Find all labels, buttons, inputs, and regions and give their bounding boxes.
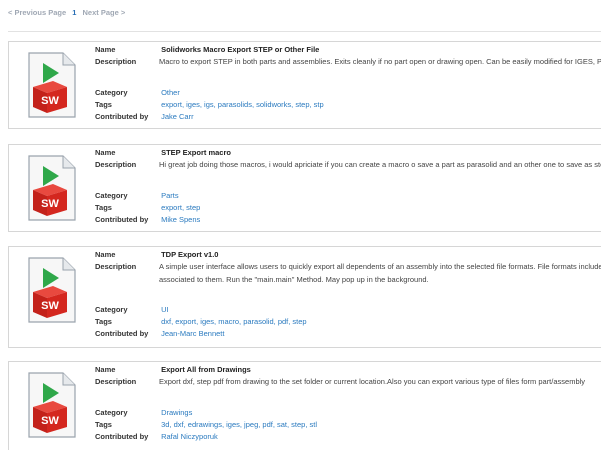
current-page-number[interactable]: 1 — [72, 8, 76, 17]
solidworks-file-icon[interactable]: SW — [23, 256, 79, 326]
contributor-link[interactable]: Mike Spens — [161, 215, 200, 224]
macro-card: SW Name STEP Export macro Description Hi… — [8, 144, 601, 232]
name-label: Name — [95, 148, 116, 157]
category-label: Category — [95, 408, 128, 417]
contributed-by-label: Contributed by — [95, 112, 149, 121]
contributed-by-label: Contributed by — [95, 329, 149, 338]
contributed-by-label: Contributed by — [95, 215, 149, 224]
tags-row: Tags 3d, dxf, edrawings, iges, jpeg, pdf… — [95, 420, 317, 430]
name-label: Name — [95, 365, 116, 374]
svg-text:SW: SW — [41, 415, 59, 427]
tags-row: Tags dxf, export, iges, macro, parasolid… — [95, 317, 307, 327]
macro-card: SW Name TDP Export v1.0 Description A si… — [8, 246, 601, 348]
category-link[interactable]: Parts — [161, 191, 179, 200]
category-link[interactable]: UI — [161, 305, 169, 314]
description-label: Description — [95, 262, 137, 271]
svg-text:SW: SW — [41, 300, 59, 312]
category-label: Category — [95, 88, 128, 97]
macro-title[interactable]: Solidworks Macro Export STEP or Other Fi… — [161, 45, 319, 54]
category-link[interactable]: Other — [161, 88, 180, 97]
contributed-by-label: Contributed by — [95, 432, 149, 441]
svg-text:SW: SW — [41, 198, 59, 210]
macro-card: SW Name Solidworks Macro Export STEP or … — [8, 41, 601, 129]
description-label: Description — [95, 377, 137, 386]
tags-links[interactable]: dxf, export, iges, macro, parasolid, pdf… — [161, 317, 307, 326]
name-label: Name — [95, 45, 116, 54]
contributor-link[interactable]: Jake Carr — [161, 112, 194, 121]
description-label: Description — [95, 57, 137, 66]
tags-links[interactable]: 3d, dxf, edrawings, iges, jpeg, pdf, sat… — [161, 420, 317, 429]
macro-description: Hi great job doing those macros, i would… — [159, 160, 601, 169]
contributor-link[interactable]: Rafal Niczyporuk — [161, 432, 218, 441]
next-page-link[interactable]: Next Page > — [83, 8, 126, 17]
category-row: Category UI — [95, 305, 169, 315]
macro-description: Export dxf, step pdf from drawing to the… — [159, 377, 586, 386]
name-row: Name Solidworks Macro Export STEP or Oth… — [95, 45, 319, 55]
contributor-link[interactable]: Jean-Marc Bennett — [161, 329, 224, 338]
macro-description: Macro to export STEP in both parts and a… — [159, 57, 601, 66]
tags-label: Tags — [95, 100, 112, 109]
category-link[interactable]: Drawings — [161, 408, 192, 417]
solidworks-file-icon[interactable]: SW — [23, 371, 79, 441]
macro-card: SW Name Export All from Drawings Descrip… — [8, 361, 601, 450]
tags-label: Tags — [95, 317, 112, 326]
tags-links[interactable]: export, iges, igs, parasolids, solidwork… — [161, 100, 324, 109]
category-row: Category Parts — [95, 191, 179, 201]
macro-title[interactable]: STEP Export macro — [161, 148, 231, 157]
tags-links[interactable]: export, step — [161, 203, 200, 212]
name-label: Name — [95, 250, 116, 259]
solidworks-file-icon[interactable]: SW — [23, 154, 79, 224]
contributor-row: Contributed by Rafal Niczyporuk — [95, 432, 218, 442]
tags-label: Tags — [95, 203, 112, 212]
description-label: Description — [95, 160, 137, 169]
category-label: Category — [95, 191, 128, 200]
category-row: Category Drawings — [95, 408, 192, 418]
pagination: < Previous Page 1 Next Page > — [8, 8, 125, 17]
macro-title[interactable]: Export All from Drawings — [161, 365, 251, 374]
previous-page-link[interactable]: < Previous Page — [8, 8, 66, 17]
tags-row: Tags export, iges, igs, parasolids, soli… — [95, 100, 324, 110]
solidworks-file-icon[interactable]: SW — [23, 51, 79, 121]
contributor-row: Contributed by Jake Carr — [95, 112, 194, 122]
category-label: Category — [95, 305, 128, 314]
name-row: Name Export All from Drawings — [95, 365, 251, 375]
name-row: Name STEP Export macro — [95, 148, 231, 158]
tags-label: Tags — [95, 420, 112, 429]
contributor-row: Contributed by Jean-Marc Bennett — [95, 329, 224, 339]
divider — [8, 31, 601, 32]
contributor-row: Contributed by Mike Spens — [95, 215, 200, 225]
macro-title[interactable]: TDP Export v1.0 — [161, 250, 218, 259]
tags-row: Tags export, step — [95, 203, 200, 213]
name-row: Name TDP Export v1.0 — [95, 250, 218, 260]
category-row: Category Other — [95, 88, 180, 98]
macro-description: A simple user interface allows users to … — [159, 262, 601, 284]
svg-text:SW: SW — [41, 95, 59, 107]
